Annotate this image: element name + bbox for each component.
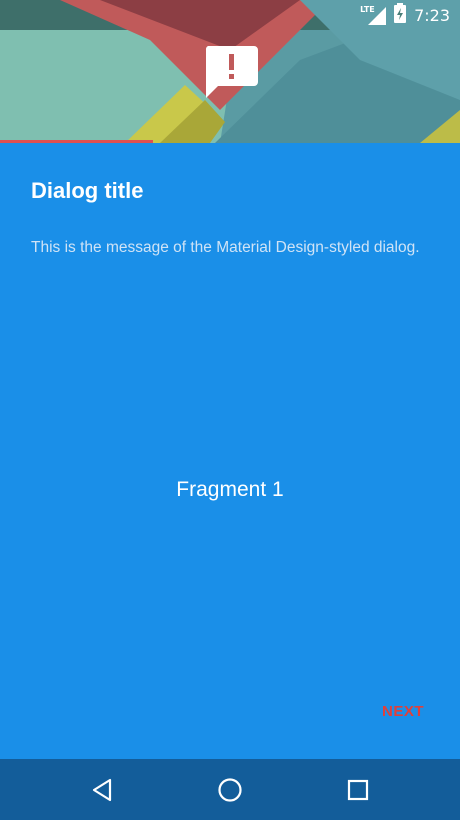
recents-button[interactable] <box>341 773 375 807</box>
status-bar: LTE 7:23 <box>0 0 460 30</box>
recents-square-icon <box>347 779 369 801</box>
status-time: 7:23 <box>414 5 450 25</box>
fragment-label: Fragment 1 <box>176 478 284 501</box>
back-triangle-icon <box>92 778 112 802</box>
home-circle-icon <box>218 778 242 802</box>
signal-icon: LTE <box>360 5 387 25</box>
alert-message-icon <box>204 46 258 98</box>
back-button[interactable] <box>85 773 119 807</box>
dialog-message: This is the message of the Material Desi… <box>31 239 420 256</box>
home-button[interactable] <box>213 773 247 807</box>
next-button[interactable]: NEXT <box>382 703 424 720</box>
battery-icon <box>394 3 407 27</box>
status-indicators: LTE 7:23 <box>360 0 450 30</box>
navigation-bar <box>0 759 460 820</box>
dialog-title: Dialog title <box>31 178 144 203</box>
